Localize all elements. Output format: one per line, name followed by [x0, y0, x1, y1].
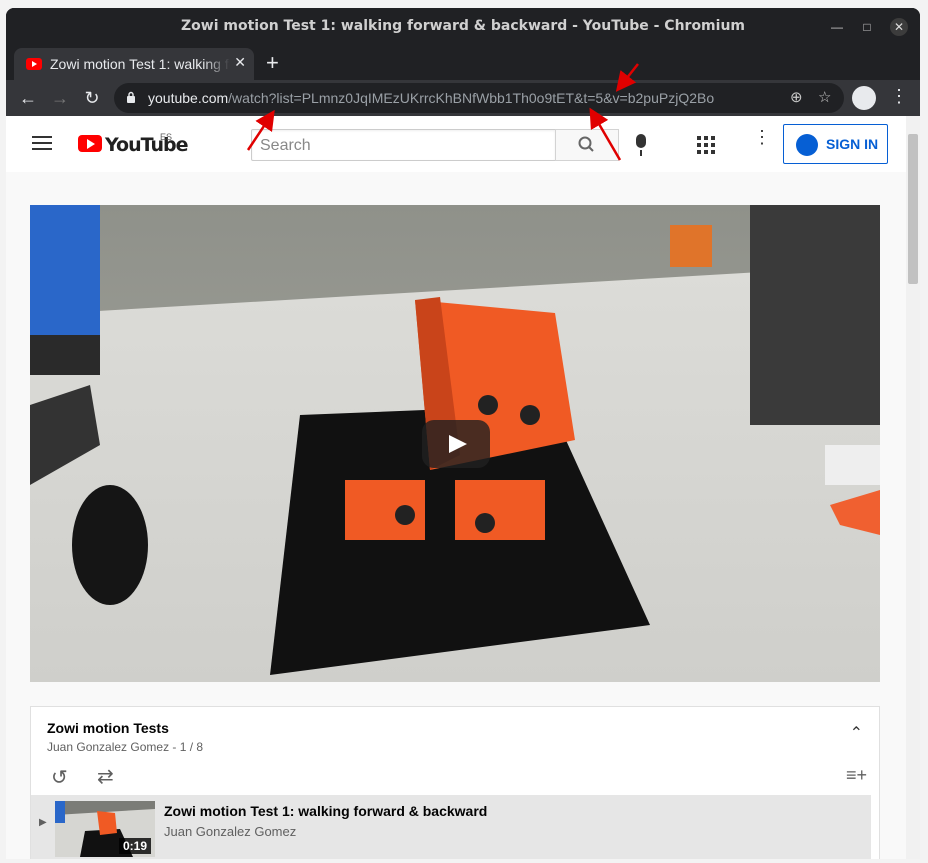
- search-placeholder: Search: [260, 137, 311, 154]
- bookmark-star-icon[interactable]: ☆: [818, 88, 831, 106]
- back-arrow-icon[interactable]: ←: [16, 86, 40, 110]
- profile-avatar-icon[interactable]: [852, 86, 876, 110]
- browser-window: Zowi motion Test 1: walking forward & ba…: [6, 8, 920, 859]
- playlist-title[interactable]: Zowi motion Tests: [47, 720, 169, 736]
- hamburger-menu-icon[interactable]: [32, 136, 52, 150]
- tab-close-icon[interactable]: ✕: [234, 54, 246, 71]
- sign-in-label: SIGN IN: [826, 136, 879, 152]
- video-duration: 0:19: [118, 838, 151, 854]
- search-icon: [578, 136, 594, 152]
- shuffle-icon[interactable]: ⇄: [97, 764, 114, 789]
- youtube-header: YouTube ES Search ⋮ SIGN IN: [6, 116, 906, 172]
- title-bar: Zowi motion Test 1: walking forward & ba…: [6, 8, 920, 46]
- country-code: ES: [160, 132, 173, 142]
- browser-toolbar: ← → ↻ youtube.com/watch?list=PLmnz0JqIME…: [6, 80, 920, 116]
- maximize-button[interactable]: □: [858, 18, 876, 36]
- url-path: /watch?list=PLmnz0JqIMEzUKrrcKhBNfWbb1Th…: [228, 90, 715, 106]
- account-icon: [796, 134, 818, 156]
- reload-icon[interactable]: ↻: [80, 86, 104, 110]
- playlist-panel: Zowi motion Tests Juan Gonzalez Gomez - …: [30, 706, 880, 859]
- page-viewport: YouTube ES Search ⋮ SIGN IN Zowi motion …: [6, 116, 920, 859]
- browser-menu-icon[interactable]: ⋮: [890, 86, 908, 107]
- browser-tab[interactable]: Zowi motion Test 1: walking forward & ba…: [14, 48, 254, 80]
- microphone-icon[interactable]: [636, 134, 646, 156]
- lock-icon: [127, 91, 135, 103]
- save-playlist-icon[interactable]: ≡+: [846, 765, 867, 786]
- chevron-up-icon[interactable]: ⌃: [850, 723, 863, 743]
- youtube-logo-text[interactable]: YouTube: [105, 134, 188, 156]
- now-playing-icon: ▶: [39, 817, 47, 828]
- install-app-icon[interactable]: ⊕: [790, 88, 803, 106]
- settings-menu-icon[interactable]: ⋮: [753, 128, 771, 146]
- video-thumbnail[interactable]: 0:19: [55, 801, 155, 857]
- close-window-button[interactable]: ✕: [890, 18, 908, 36]
- tab-label: Zowi motion Test 1: walking forward & ba…: [50, 56, 230, 72]
- url-host: youtube.com: [148, 90, 229, 106]
- sign-in-button[interactable]: SIGN IN: [783, 124, 888, 164]
- minimize-button[interactable]: —: [828, 18, 846, 36]
- search-input[interactable]: Search: [251, 129, 556, 161]
- playlist-subtitle: Juan Gonzalez Gomez - 1 / 8: [47, 740, 204, 754]
- apps-grid-icon[interactable]: [697, 136, 715, 154]
- playlist-item-title[interactable]: Zowi motion Test 1: walking forward & ba…: [164, 803, 487, 819]
- new-tab-button[interactable]: +: [266, 50, 279, 76]
- youtube-logo-icon[interactable]: [78, 135, 102, 152]
- address-bar[interactable]: youtube.com/watch?list=PLmnz0JqIMEzUKrrc…: [114, 83, 844, 113]
- loop-icon[interactable]: ↺: [51, 765, 68, 790]
- scrollbar-thumb[interactable]: [908, 134, 918, 284]
- playlist-item-channel: Juan Gonzalez Gomez: [164, 824, 297, 839]
- tab-strip: Zowi motion Test 1: walking forward & ba…: [6, 46, 920, 80]
- page-scrollbar[interactable]: [906, 116, 920, 859]
- search-button[interactable]: [555, 129, 619, 161]
- play-button[interactable]: [422, 420, 490, 468]
- youtube-favicon-icon: [26, 58, 42, 70]
- video-player[interactable]: [30, 205, 880, 682]
- forward-arrow-icon[interactable]: →: [48, 86, 72, 110]
- playlist-item[interactable]: ▶ 0:19 Zowi motion Test 1: walking forwa…: [31, 795, 871, 859]
- window-title: Zowi motion Test 1: walking forward & ba…: [181, 18, 745, 34]
- url-text[interactable]: youtube.com/watch?list=PLmnz0JqIMEzUKrrc…: [148, 90, 714, 106]
